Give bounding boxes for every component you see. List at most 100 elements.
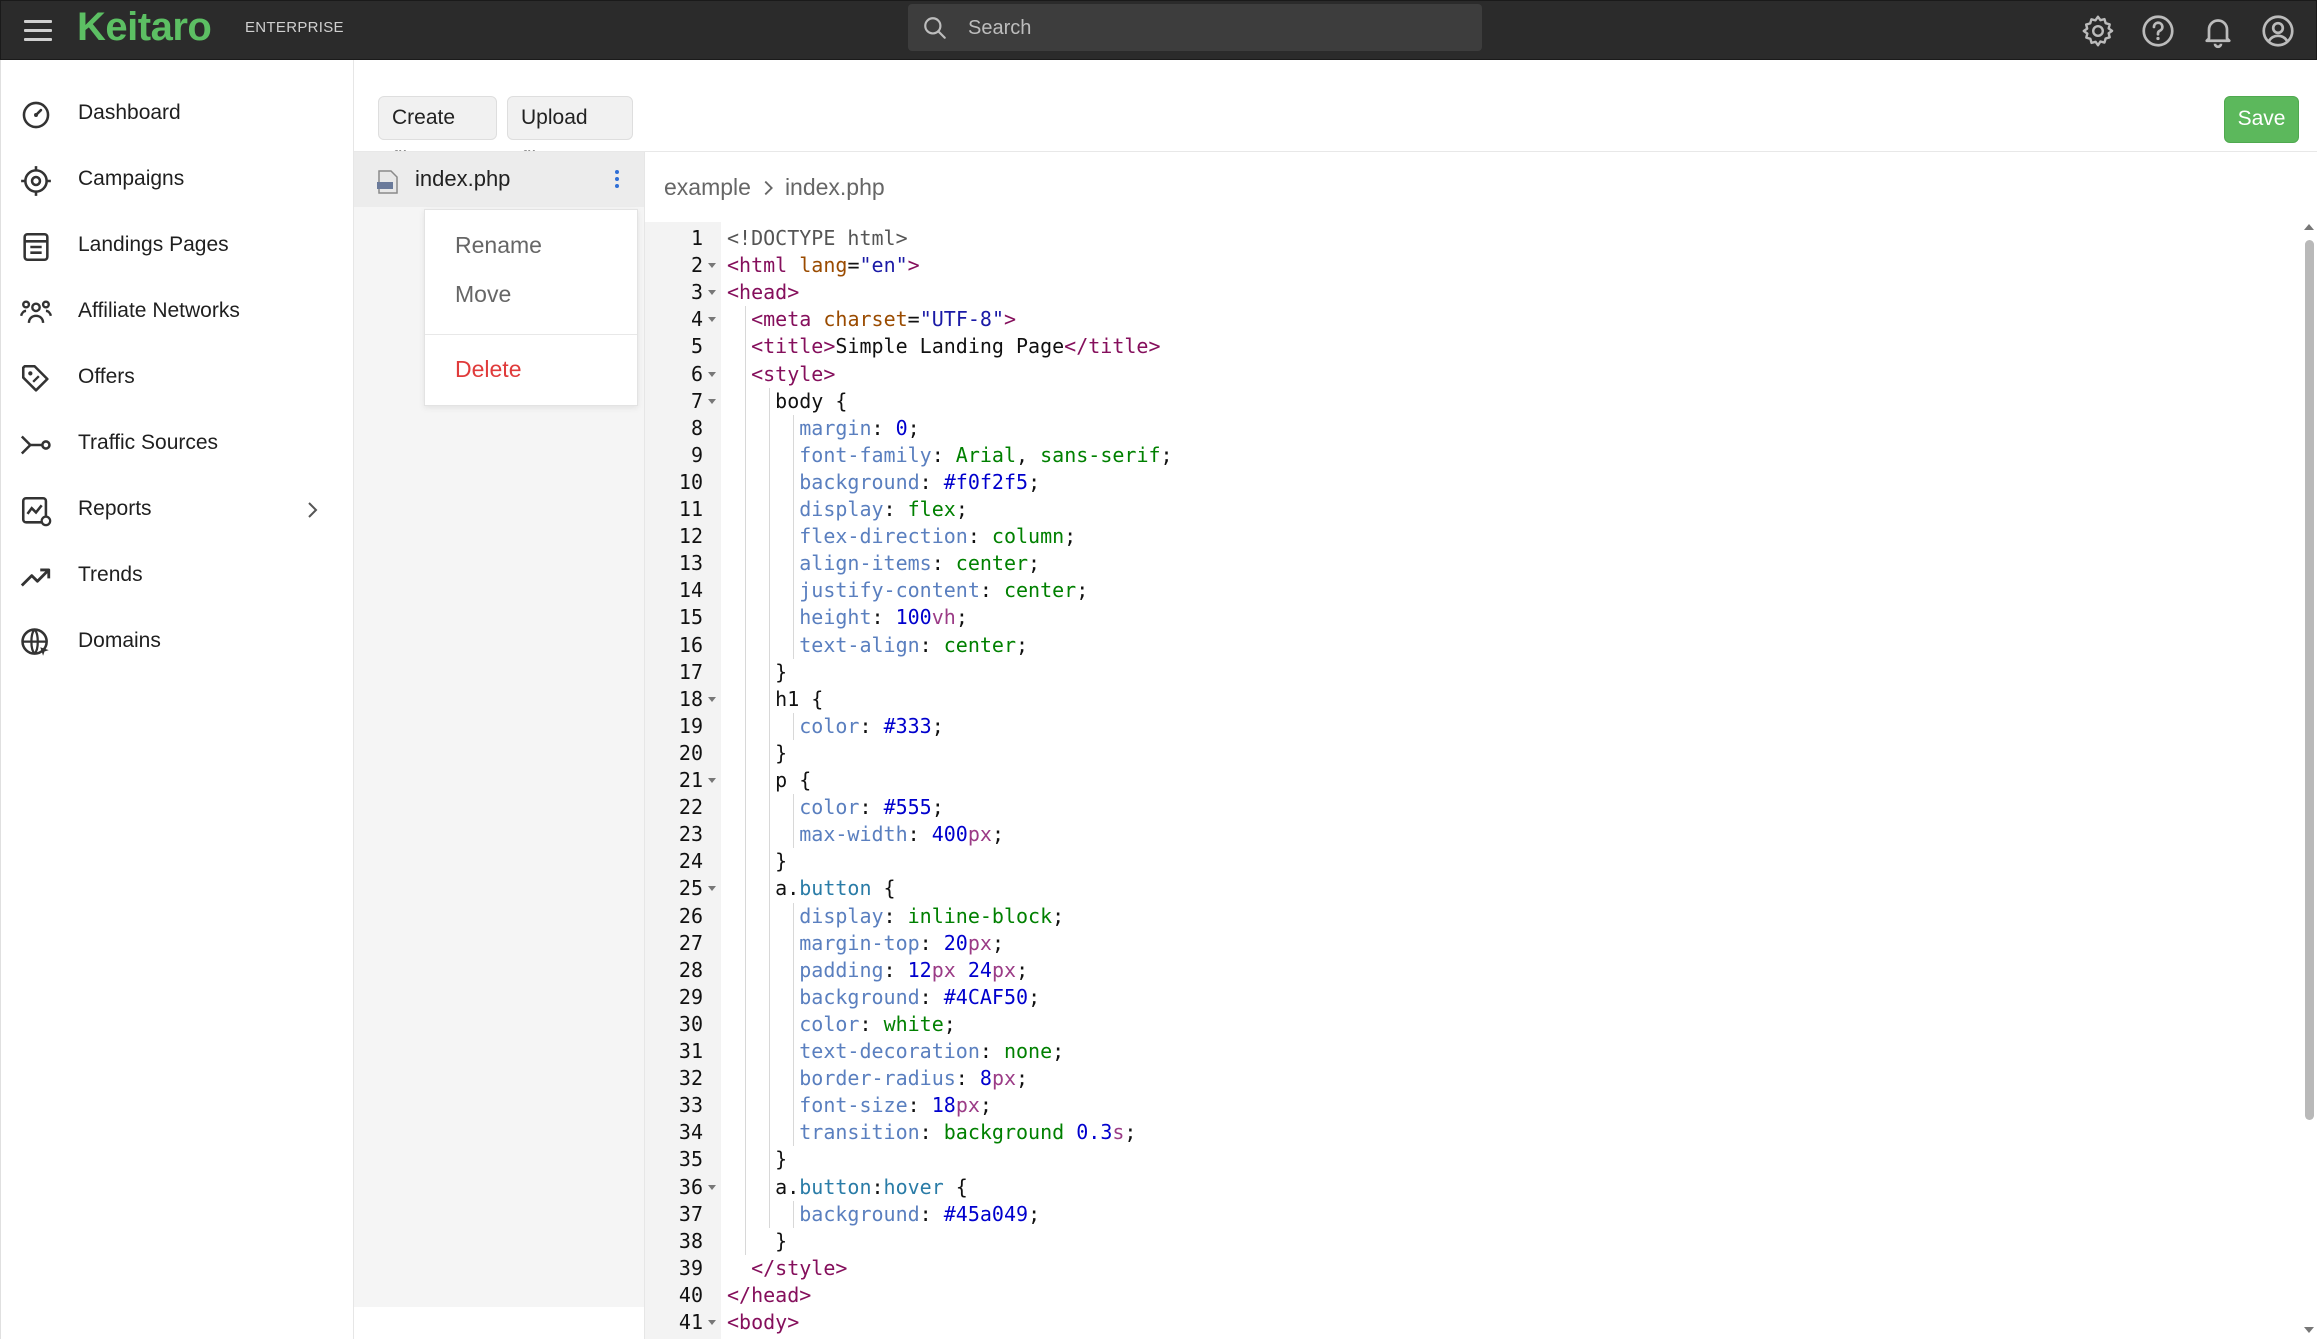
line-number: 23	[678, 822, 703, 847]
code-line: <body>	[727, 1310, 800, 1334]
more-vertical-icon[interactable]	[610, 167, 624, 193]
code-line: transition: background 0.3s;	[799, 1120, 1137, 1145]
fold-toggle-icon[interactable]	[707, 361, 717, 388]
line-number: 28	[678, 957, 703, 982]
fold-toggle-icon[interactable]	[707, 1309, 717, 1336]
search-input[interactable]	[966, 12, 1460, 44]
code-line: background: #f0f2f5;	[799, 469, 1041, 494]
file-name: index.php	[415, 166, 511, 191]
line-number: 8	[690, 415, 703, 440]
globe-icon	[21, 628, 49, 656]
line-number: 32	[678, 1066, 703, 1091]
line-number: 16	[678, 632, 703, 657]
create-file-button[interactable]: Create file	[378, 96, 497, 171]
sidebar-item-domains[interactable]: Domains	[1, 614, 354, 670]
sidebar-item-campaigns[interactable]: Campaigns	[1, 152, 354, 208]
code-line: <style>	[751, 361, 836, 386]
line-number: 9	[690, 442, 703, 467]
sidebar-item-traffic-sources[interactable]: Traffic Sources	[1, 416, 354, 472]
search-icon	[924, 17, 946, 39]
sidebar-item-label: Trends	[78, 563, 143, 586]
line-number: 37	[678, 1201, 703, 1226]
breadcrumb-folder[interactable]: example	[664, 174, 751, 201]
sidebar-item-label: Traffic Sources	[78, 431, 219, 454]
code-line: <html lang="en">	[727, 253, 920, 278]
line-number: 33	[678, 1093, 703, 1118]
sidebar-item-affiliate-networks[interactable]: Affiliate Networks	[1, 284, 354, 340]
sidebar-item-offers[interactable]: Offers	[1, 350, 354, 406]
sidebar-item-landing-pages[interactable]: Landings Pages	[1, 218, 354, 274]
help-icon[interactable]	[2140, 13, 2176, 49]
indent-guide	[745, 306, 747, 1255]
fold-toggle-icon[interactable]	[707, 686, 717, 713]
move-menu-item[interactable]: Move	[455, 281, 511, 308]
indent-guide	[793, 902, 795, 1147]
rename-menu-item[interactable]: Rename	[455, 232, 542, 259]
delete-menu-item[interactable]: Delete	[455, 356, 521, 383]
code-editor[interactable]: 1 2 3 4 5 6 7 8 9 10 11 12 13 14 15 16 17 18 19 20 21 22 23 24 2…	[645, 222, 2300, 1339]
line-number: 40	[678, 1282, 703, 1307]
line-number: 29	[678, 984, 703, 1009]
vertical-scrollbar[interactable]	[2300, 222, 2317, 1339]
fold-toggle-icon[interactable]	[707, 279, 717, 306]
sidebar-item-label: Offers	[78, 365, 135, 388]
line-number: 10	[678, 469, 703, 494]
sidebar-item-dashboard[interactable]: Dashboard	[1, 86, 354, 142]
code-line: color: #333;	[799, 713, 944, 738]
indent-guide	[793, 414, 795, 659]
line-number-gutter: 1 2 3 4 5 6 7 8 9 10 11 12 13 14 15 16 17 18 19 20 21 22 23 24 2…	[645, 222, 721, 1339]
line-number: 26	[678, 903, 703, 928]
fold-toggle-icon[interactable]	[707, 875, 717, 902]
chevron-right-icon[interactable]	[300, 498, 324, 522]
line-number: 25	[678, 876, 703, 901]
search-box[interactable]	[908, 4, 1482, 51]
code-line: }	[727, 1228, 788, 1253]
line-number: 24	[678, 849, 703, 874]
code-line: h1 {	[727, 686, 824, 711]
route-icon	[20, 435, 51, 455]
tag-icon	[21, 364, 49, 392]
code-line: </style>	[751, 1255, 848, 1280]
line-number: 6	[690, 361, 703, 386]
line-number: 35	[678, 1147, 703, 1172]
bell-icon[interactable]	[2200, 13, 2236, 49]
line-number: 13	[678, 551, 703, 576]
code-line: border-radius: 8px;	[799, 1066, 1029, 1091]
line-number: 31	[678, 1039, 703, 1063]
fold-toggle-icon[interactable]	[707, 1174, 717, 1201]
fold-toggle-icon[interactable]	[707, 388, 717, 415]
target-icon	[21, 166, 51, 196]
menu-icon[interactable]	[19, 14, 57, 48]
menu-divider	[425, 334, 637, 335]
indent-guide	[793, 794, 795, 849]
scroll-down-arrow[interactable]	[2304, 1327, 2314, 1333]
settings-icon[interactable]	[2080, 13, 2116, 49]
people-icon	[19, 300, 53, 324]
fold-toggle-icon[interactable]	[707, 306, 717, 333]
fold-toggle-icon[interactable]	[707, 767, 717, 794]
account-icon[interactable]	[2260, 13, 2296, 49]
file-context-menu: Rename Move Delete	[424, 209, 638, 406]
line-number: 14	[678, 578, 703, 603]
code-line: align-items: center;	[799, 551, 1041, 576]
scrollbar-thumb[interactable]	[2305, 240, 2314, 1120]
code-line: text-align: center;	[799, 632, 1029, 657]
line-number: 5	[690, 334, 703, 359]
edition-label: ENTERPRISE	[245, 19, 344, 36]
save-button[interactable]: Save	[2224, 96, 2299, 143]
app-logo[interactable]: Keitaro	[77, 5, 212, 50]
sidebar-item-label: Domains	[78, 629, 161, 652]
sidebar-item-label: Dashboard	[78, 101, 181, 124]
sidebar-item-trends[interactable]: Trends	[1, 548, 354, 604]
file-item[interactable]: index.php	[354, 152, 644, 207]
code-line: }	[727, 659, 788, 684]
sidebar-item-reports[interactable]: Reports	[1, 482, 354, 538]
code-line: justify-content: center;	[799, 578, 1089, 603]
upload-file-button[interactable]: Upload file	[507, 96, 633, 171]
scroll-up-arrow[interactable]	[2304, 224, 2314, 230]
code-line: margin: 0;	[799, 415, 920, 440]
code-line: display: flex;	[799, 497, 968, 521]
fold-toggle-icon[interactable]	[707, 252, 717, 279]
code-area[interactable]	[721, 222, 2300, 1339]
trending-up-icon	[20, 568, 51, 587]
